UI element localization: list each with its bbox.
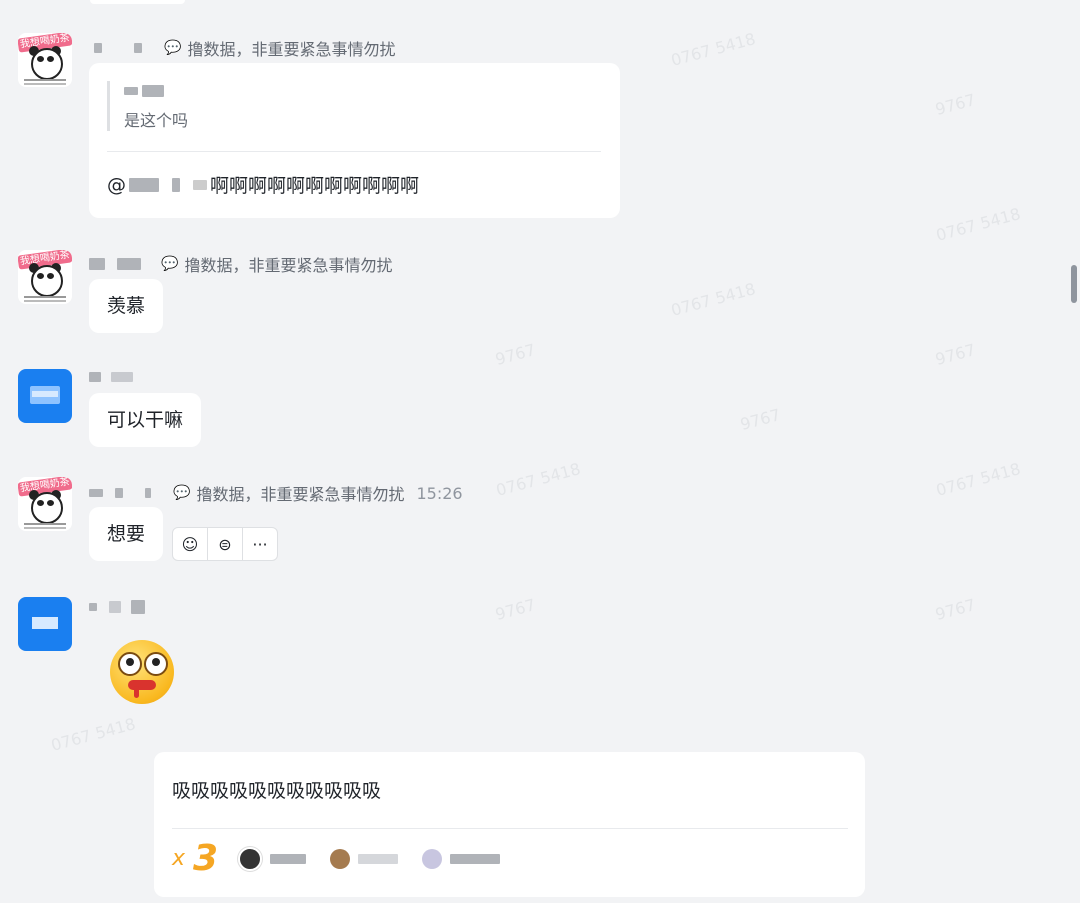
reply-icon[interactable]: ⊜ bbox=[208, 528, 243, 560]
watermark: 9767 bbox=[493, 595, 538, 624]
message-text: 可以干嘛 bbox=[107, 409, 184, 431]
sender-row bbox=[89, 372, 133, 382]
message-bubble[interactable]: 羡慕 bbox=[89, 279, 164, 333]
sender-name-redacted[interactable] bbox=[94, 43, 102, 53]
message-bubble[interactable]: 可以干嘛 bbox=[89, 393, 202, 447]
reaction-count: 3 bbox=[193, 838, 219, 879]
watermark: 0767 5418 bbox=[494, 459, 583, 500]
avatar[interactable]: 我想喝奶茶 bbox=[18, 477, 72, 531]
reactor-name-redacted[interactable] bbox=[450, 853, 501, 864]
watermark: 0767 5418 bbox=[669, 279, 758, 320]
message-action-bar: ☺ ⊜ ··· bbox=[172, 527, 278, 561]
sender-name-redacted[interactable] bbox=[89, 603, 97, 611]
sender-row: 💬 撸数据，非重要紧急事情勿扰 bbox=[89, 252, 392, 276]
status-bubble-icon: 💬 bbox=[161, 256, 179, 272]
sender-row: 💬 撸数据，非重要紧急事情勿扰 15:26 bbox=[89, 481, 463, 505]
mentioned-user-redacted[interactable] bbox=[129, 177, 159, 192]
message-time: 15:26 bbox=[416, 483, 463, 503]
quoted-text: 是这个吗 bbox=[124, 111, 189, 130]
watermark: 9767 bbox=[933, 340, 978, 369]
user-status-text: 撸数据，非重要紧急事情勿扰 bbox=[187, 40, 396, 59]
avatar[interactable]: 我想喝奶茶 bbox=[18, 250, 72, 304]
watermark: 0767 5418 bbox=[49, 714, 138, 755]
message-text: 吸吸吸吸吸吸吸吸吸吸吸 bbox=[172, 780, 382, 802]
sender-name-redacted[interactable] bbox=[89, 372, 101, 382]
sender-name-redacted[interactable] bbox=[89, 489, 103, 497]
reactor-avatar[interactable] bbox=[238, 846, 263, 871]
watermark: 0767 5418 bbox=[934, 459, 1023, 500]
reactor-avatar[interactable] bbox=[330, 848, 351, 869]
mention-at: @ bbox=[107, 173, 126, 196]
message-text: 啊啊啊啊啊啊啊啊啊啊啊 bbox=[210, 175, 420, 197]
watermark: 0767 5418 bbox=[669, 29, 758, 70]
message-bubble[interactable]: 是这个吗 @ 啊啊啊啊啊啊啊啊啊啊啊 bbox=[89, 63, 620, 218]
scrollbar[interactable] bbox=[1071, 265, 1077, 303]
emoji-reaction-icon[interactable]: ☺ bbox=[173, 528, 208, 560]
message-text: 想要 bbox=[107, 523, 146, 545]
user-status-text: 撸数据，非重要紧急事情勿扰 bbox=[184, 256, 393, 275]
more-icon[interactable]: ··· bbox=[243, 528, 277, 560]
watermark: 9767 bbox=[933, 595, 978, 624]
quoted-sender-redacted bbox=[124, 81, 188, 101]
message-bubble[interactable]: 想要 bbox=[89, 507, 164, 561]
previous-message-bubble[interactable] bbox=[90, 0, 185, 4]
watermark: 9767 bbox=[493, 340, 538, 369]
drooling-face-emoji[interactable] bbox=[110, 640, 174, 704]
avatar[interactable] bbox=[18, 597, 72, 651]
watermark: 9767 bbox=[933, 90, 978, 119]
watermark: 0767 5418 bbox=[934, 204, 1023, 245]
message-text: 羡慕 bbox=[107, 295, 146, 317]
message-bubble-with-reactions[interactable]: 吸吸吸吸吸吸吸吸吸吸吸 x 3 bbox=[154, 752, 865, 897]
reaction-row[interactable]: x 3 bbox=[172, 838, 501, 879]
reactor-name-redacted[interactable] bbox=[358, 853, 399, 864]
reactor-name-redacted[interactable] bbox=[270, 853, 307, 864]
reactor-avatar[interactable] bbox=[422, 848, 443, 869]
watermark: 9767 bbox=[738, 405, 783, 434]
sender-row bbox=[89, 600, 145, 614]
sender-row: 💬 撸数据，非重要紧急事情勿扰 bbox=[94, 36, 395, 60]
avatar[interactable] bbox=[18, 369, 72, 423]
quoted-message[interactable]: 是这个吗 bbox=[107, 81, 188, 131]
message-text-row: @ 啊啊啊啊啊啊啊啊啊啊啊 bbox=[107, 171, 419, 198]
user-status-text: 撸数据，非重要紧急事情勿扰 bbox=[196, 485, 405, 504]
status-bubble-icon: 💬 bbox=[173, 485, 191, 501]
sender-name-redacted[interactable] bbox=[89, 258, 105, 270]
reaction-multiplier: x bbox=[172, 846, 186, 871]
status-bubble-icon: 💬 bbox=[164, 40, 182, 56]
avatar[interactable]: 我想喝奶茶 bbox=[18, 33, 72, 87]
